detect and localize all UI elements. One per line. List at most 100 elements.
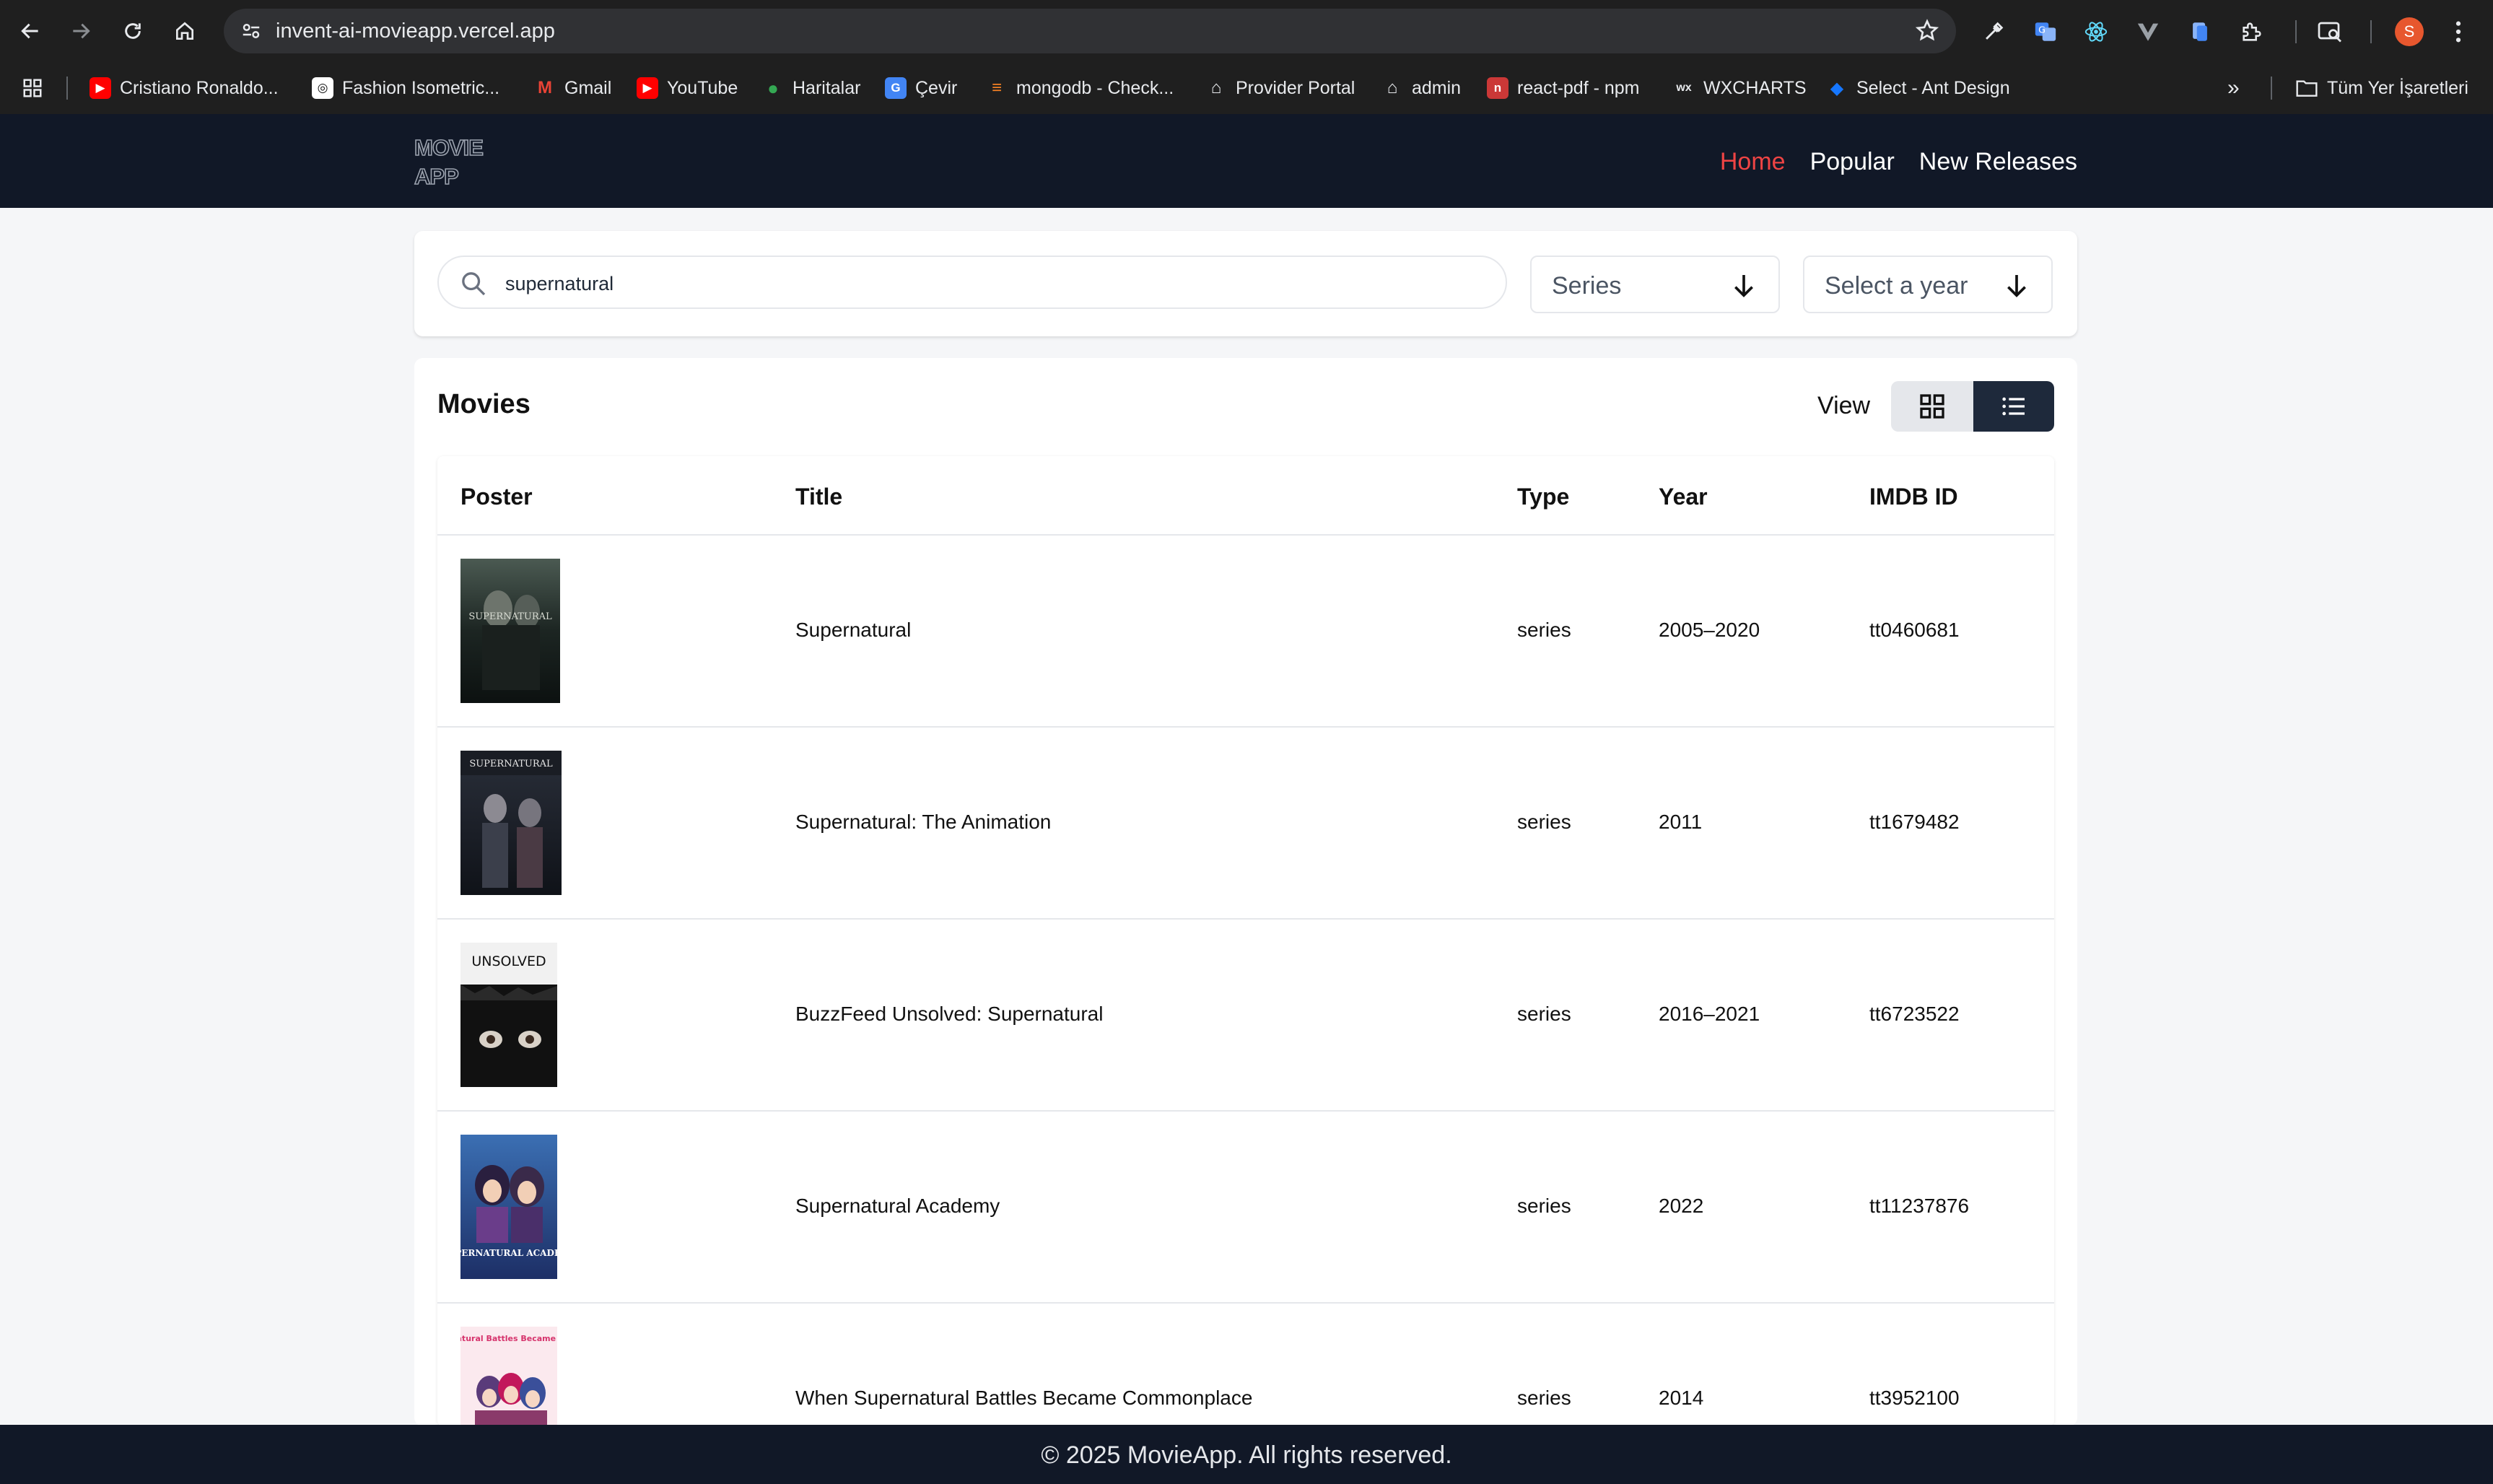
home-button[interactable]	[169, 15, 201, 47]
nav-new-releases[interactable]: New Releases	[1919, 141, 2077, 182]
imdb-id-cell: tt11237876	[1869, 1195, 1970, 1217]
menu-kebab-icon[interactable]	[2444, 17, 2473, 46]
search-tab-icon[interactable]	[2315, 17, 2344, 46]
svg-text:UNSOLVED: UNSOLVED	[471, 953, 546, 969]
gmail-icon: M	[538, 78, 552, 97]
column-header-imdb-id: IMDB ID	[1869, 484, 1958, 510]
table-row[interactable]: When Supernatural Battles Became Commonp…	[437, 1304, 2054, 1426]
toolbar-divider	[2295, 20, 2297, 43]
poster-image: UNSOLVED	[460, 943, 557, 1087]
profile-avatar[interactable]: S	[2395, 17, 2424, 46]
url-text[interactable]: invent-ai-movieapp.vercel.app	[276, 19, 555, 43]
bookmark-item[interactable]: ◎ Fashion Isometric...	[312, 74, 499, 102]
bookmark-item[interactable]: ▶ YouTube	[637, 74, 738, 102]
title-cell: Supernatural	[795, 619, 912, 641]
search-icon	[462, 272, 486, 296]
site-info-icon[interactable]	[238, 18, 264, 44]
bookmark-item[interactable]: n react-pdf - npm	[1487, 74, 1640, 102]
list-view-button[interactable]	[1973, 381, 2054, 432]
forward-button[interactable]	[65, 15, 97, 47]
arrow-down-icon	[1734, 275, 1753, 297]
home-icon: ⌂	[1387, 78, 1398, 97]
imdb-id-cell: tt0460681	[1869, 619, 1960, 641]
all-bookmarks-folder[interactable]: Tüm Yer İşaretleri	[2295, 74, 2468, 102]
extensions-puzzle-icon[interactable]	[2237, 17, 2266, 46]
grid-view-button[interactable]	[1891, 381, 1973, 432]
nav-home[interactable]: Home	[1720, 141, 1786, 182]
browser-toolbar: invent-ai-movieapp.vercel.app G S	[0, 0, 2493, 62]
svg-text:SUPERNATURAL ACADEMY: SUPERNATURAL ACADEMY	[460, 1248, 557, 1258]
imdb-id-cell: tt6723522	[1869, 1003, 1960, 1025]
app-header	[0, 114, 2493, 208]
arrow-down-icon	[2007, 275, 2026, 297]
translate-icon: G	[885, 77, 907, 99]
search-input[interactable]: supernatural	[437, 256, 1507, 309]
poster-image: When Supernatural Battles Became Commonp…	[460, 1327, 557, 1426]
toolbar-divider	[2370, 20, 2372, 43]
bookmarks-bar: ▶ Cristiano Ronaldo... ◎ Fashion Isometric…	[0, 62, 2493, 114]
bookmark-item[interactable]: ⌂ Provider Portal	[1205, 74, 1355, 102]
table-row[interactable]: SUPERNATURAL ACADEMY Supernatural Academ…	[437, 1112, 2054, 1304]
more-bookmarks-button[interactable]: »	[2227, 74, 2240, 102]
year-cell: 2011	[1659, 811, 1703, 833]
year-cell: 2014	[1659, 1387, 1704, 1409]
column-header-title: Title	[795, 484, 843, 510]
maps-pin-icon: ●	[767, 77, 779, 99]
type-cell: series	[1517, 1387, 1571, 1409]
year-cell: 2022	[1659, 1195, 1704, 1217]
bookmark-star-icon[interactable]	[1914, 18, 1940, 44]
svg-text:SUPERNATURAL: SUPERNATURAL	[468, 611, 552, 622]
search-input-value[interactable]: supernatural	[505, 271, 614, 296]
vue-devtools-icon[interactable]	[2134, 17, 2162, 46]
column-header-poster: Poster	[460, 484, 533, 510]
poster-image: SUPERNATURAL	[460, 559, 560, 703]
movies-card: Movies View Poster Title Type Year IMDB …	[414, 358, 2077, 1426]
section-title: Movies	[437, 389, 531, 419]
svg-text:When Supernatural Battles Beca: When Supernatural Battles Became Commonp…	[460, 1334, 557, 1343]
table-header: Poster Title Type Year IMDB ID	[437, 456, 2054, 536]
year-select[interactable]: Select a year	[1803, 256, 2053, 313]
bookmark-divider	[2271, 77, 2272, 100]
npm-icon: n	[1487, 77, 1509, 99]
grid-icon	[1920, 394, 1944, 419]
table-row[interactable]: SUPERNATURAL Supernatural series 2005–20…	[437, 536, 2054, 728]
nav-popular[interactable]: Popular	[1810, 141, 1895, 182]
type-cell: series	[1517, 1195, 1571, 1217]
movies-table: Poster Title Type Year IMDB ID SUPERNATU…	[437, 456, 2054, 1426]
bookmark-item[interactable]: wx WXCHARTS	[1673, 74, 1806, 102]
reload-icon	[125, 23, 141, 39]
bookmark-item[interactable]: G Çevir	[885, 74, 957, 102]
bookmark-item[interactable]: ● Haritalar	[762, 74, 860, 102]
reload-button[interactable]	[117, 15, 149, 47]
type-cell: series	[1517, 811, 1571, 833]
poster-image: SUPERNATURAL	[460, 751, 562, 895]
arrow-left-icon	[21, 23, 38, 39]
translate-extension-icon[interactable]: G	[2031, 17, 2060, 46]
main-nav: Home Popular New Releases	[1720, 141, 2077, 182]
year-cell: 2016–2021	[1659, 1003, 1760, 1025]
bookmark-item[interactable]: ◆ Select - Ant Design	[1826, 74, 2010, 102]
title-cell: Supernatural: The Animation	[795, 811, 1052, 833]
address-bar[interactable]: invent-ai-movieapp.vercel.app	[224, 9, 1956, 53]
eyedropper-extension-icon[interactable]	[1979, 17, 2008, 46]
bookmark-item[interactable]: M Gmail	[534, 74, 611, 102]
docs-extension-icon[interactable]	[2186, 17, 2214, 46]
react-devtools-icon[interactable]	[2082, 17, 2110, 46]
list-icon	[2002, 397, 2025, 416]
apps-grid-icon	[23, 79, 42, 97]
imdb-id-cell: tt3952100	[1869, 1387, 1960, 1409]
bookmark-item[interactable]: ≡ mongodb - Check...	[986, 74, 1174, 102]
bookmark-item[interactable]: ⌂ admin	[1381, 74, 1461, 102]
filters-card: supernatural Series Select a year	[414, 231, 2077, 336]
type-select[interactable]: Series	[1530, 256, 1780, 313]
column-header-type: Type	[1517, 484, 1570, 510]
back-button[interactable]	[14, 15, 46, 47]
browser-chrome: invent-ai-movieapp.vercel.app G S ▶ Cris…	[0, 0, 2493, 114]
app-logo[interactable]: MOVIE APP	[414, 134, 501, 191]
arrow-right-icon	[73, 23, 90, 39]
bookmark-item[interactable]: ▶ Cristiano Ronaldo...	[89, 74, 279, 102]
wx-icon: wx	[1676, 82, 1692, 94]
table-row[interactable]: SUPERNATURAL Supernatural: The Animation…	[437, 728, 2054, 920]
table-row[interactable]: UNSOLVED BuzzFeed Unsolved: Supernatural…	[437, 920, 2054, 1112]
apps-grid-button[interactable]	[22, 74, 43, 102]
